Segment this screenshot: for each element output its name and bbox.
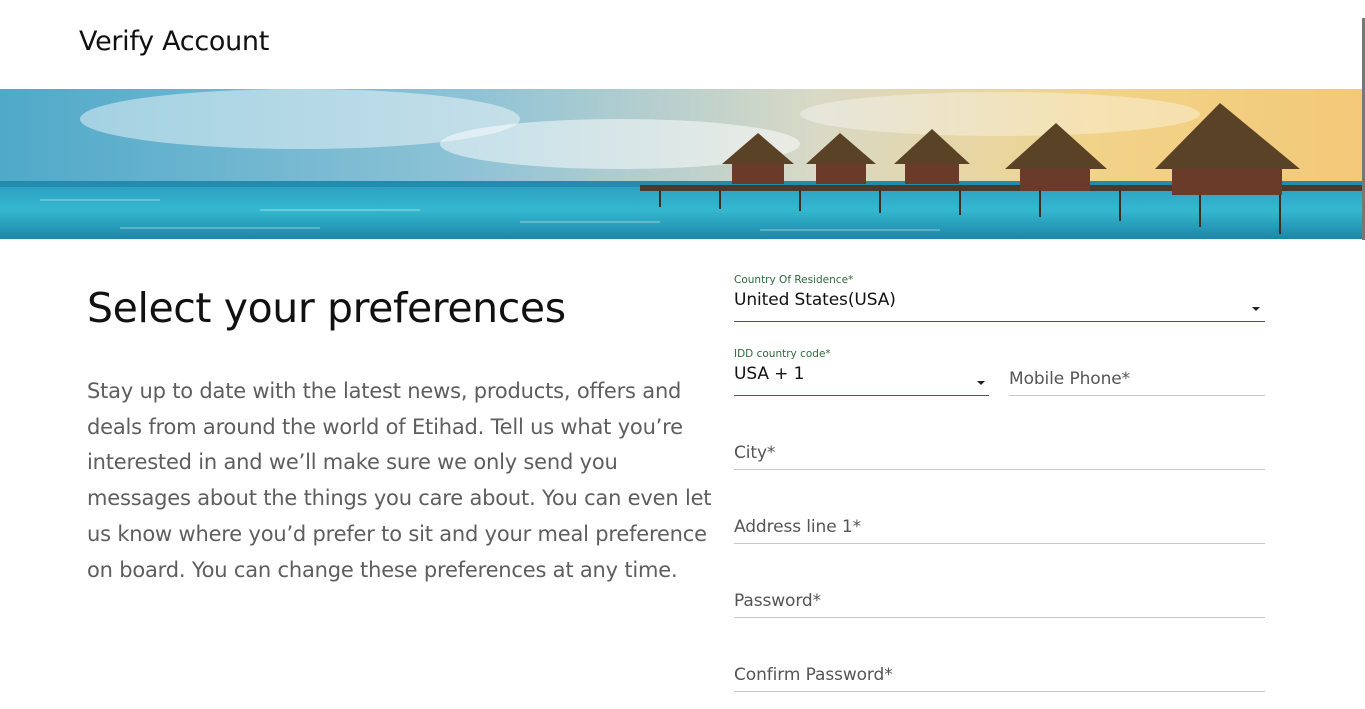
password-underline (734, 617, 1265, 618)
mobile-phone-placeholder: Mobile Phone* (1009, 369, 1131, 389)
chevron-down-icon (1252, 307, 1260, 311)
hero-banner (0, 89, 1362, 239)
idd-underline (734, 394, 989, 396)
address-underline (734, 543, 1265, 544)
country-select[interactable]: Country Of Residence* United States(USA) (734, 274, 1265, 322)
section-description: Stay up to date with the latest news, pr… (87, 379, 712, 582)
password-placeholder: Password* (734, 591, 822, 611)
confirm-password-field[interactable]: Confirm Password* (734, 665, 1265, 692)
password-field[interactable]: Password* (734, 591, 1265, 618)
mobile-phone-field[interactable]: Mobile Phone* (1009, 369, 1265, 396)
idd-value: USA + 1 (734, 364, 805, 384)
page-header: Verify Account (0, 0, 1365, 89)
country-value: United States(USA) (734, 290, 896, 310)
address-line-1-field[interactable]: Address line 1* (734, 517, 1265, 544)
idd-label: IDD country code* (734, 348, 831, 360)
overwater-bungalows-image (0, 89, 1362, 239)
mobile-phone-underline (1009, 395, 1265, 396)
section-heading: Select your preferences (87, 284, 566, 332)
chevron-down-icon (977, 381, 985, 385)
city-field[interactable]: City* (734, 443, 1265, 470)
confirm-password-placeholder: Confirm Password* (734, 665, 893, 685)
preferences-intro: Select your preferences Stay up to date … (87, 282, 712, 588)
country-underline (734, 320, 1265, 322)
page-title: Verify Account (79, 26, 269, 57)
idd-select[interactable]: IDD country code* USA + 1 (734, 348, 989, 396)
city-underline (734, 469, 1265, 470)
confirm-password-underline (734, 691, 1265, 692)
country-label: Country Of Residence* (734, 274, 854, 286)
address-placeholder: Address line 1* (734, 517, 862, 537)
city-placeholder: City* (734, 443, 776, 463)
